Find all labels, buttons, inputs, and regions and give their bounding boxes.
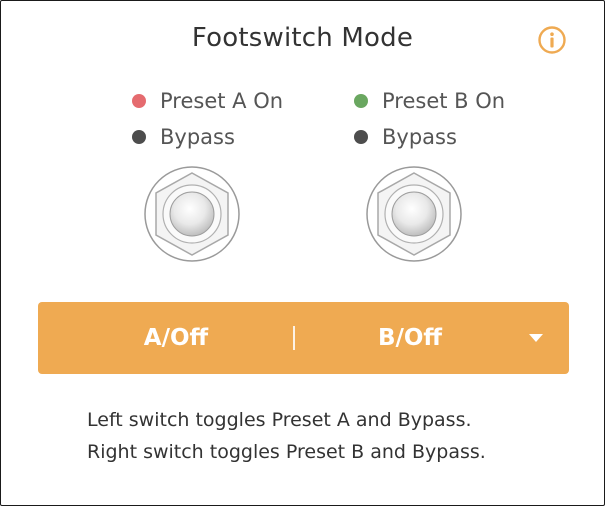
- preset-b-indicator-dot: [354, 94, 368, 108]
- mode-right-label: B/Off: [377, 325, 443, 351]
- description-line-2: Right switch toggles Preset B and Bypass…: [87, 441, 486, 463]
- mode-left-label: A/Off: [143, 325, 209, 351]
- switch-b-legend: Preset B On Bypass: [354, 83, 505, 155]
- mode-separator: [293, 326, 295, 350]
- footswitch-b-icon[interactable]: [364, 164, 464, 264]
- info-circle-icon[interactable]: [538, 26, 566, 54]
- legend-item-preset-b-on: Preset B On: [354, 83, 505, 119]
- page-title: Footswitch Mode: [191, 23, 414, 53]
- legend-label: Preset A On: [160, 89, 284, 113]
- bypass-indicator-dot: [132, 130, 146, 144]
- legend-label: Preset B On: [382, 89, 506, 113]
- preset-a-indicator-dot: [132, 94, 146, 108]
- switch-a-legend: Preset A On Bypass: [132, 83, 283, 155]
- description-line-1: Left switch toggles Preset A and Bypass.: [87, 409, 472, 431]
- footswitch-a-icon[interactable]: [142, 164, 242, 264]
- legend-item-bypass: Bypass: [132, 119, 283, 155]
- legend-item-bypass: Bypass: [354, 119, 505, 155]
- mode-description: Left switch toggles Preset A and Bypass.…: [87, 404, 486, 468]
- legend-item-preset-a-on: Preset A On: [132, 83, 283, 119]
- footswitch-mode-dropdown[interactable]: A/Off B/Off: [38, 302, 569, 374]
- bypass-indicator-dot: [354, 130, 368, 144]
- legend-label: Bypass: [160, 125, 235, 149]
- legend-label: Bypass: [382, 125, 457, 149]
- caret-down-icon[interactable]: [528, 333, 544, 343]
- footswitch-mode-panel: Footswitch Mode Preset A On Bypass Prese…: [0, 0, 605, 506]
